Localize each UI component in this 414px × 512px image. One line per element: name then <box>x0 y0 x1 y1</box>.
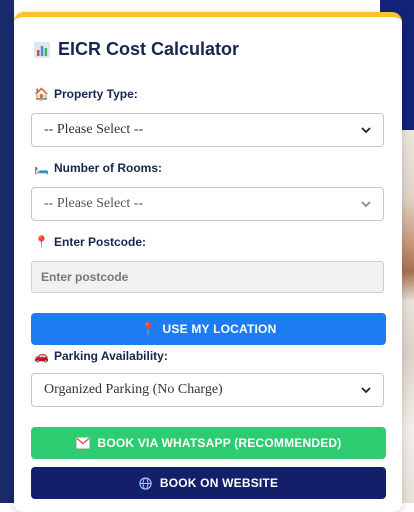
book-whatsapp-label: BOOK VIA WHATSAPP (RECOMMENDED) <box>97 436 342 450</box>
pin-icon: 📍 <box>140 322 156 336</box>
property-type-select[interactable]: -- Please Select -- <box>31 113 384 147</box>
book-website-button[interactable]: BOOK ON WEBSITE <box>31 467 386 499</box>
rooms-select[interactable]: -- Please Select -- <box>31 187 384 221</box>
rooms-label-text: Number of Rooms: <box>54 161 162 175</box>
parking-value: Organized Parking (No Charge) <box>44 382 223 397</box>
parking-select[interactable]: Organized Parking (No Charge) <box>31 373 384 407</box>
postcode-label: 📍 Enter Postcode: <box>34 235 146 249</box>
bed-icon: 🛏️ <box>34 161 49 175</box>
car-icon: 🚗 <box>34 349 49 363</box>
book-whatsapp-button[interactable]: BOOK VIA WHATSAPP (RECOMMENDED) <box>31 427 386 459</box>
chevron-down-icon <box>361 127 371 134</box>
property-type-label-text: Property Type: <box>54 87 138 101</box>
house-icon: 🏠 <box>34 87 49 101</box>
pin-icon: 📍 <box>34 235 49 249</box>
rooms-label: 🛏️ Number of Rooms: <box>34 161 162 175</box>
title-text: EICR Cost Calculator <box>58 39 240 59</box>
bar-chart-icon <box>34 41 50 58</box>
property-type-label: 🏠 Property Type: <box>34 87 138 101</box>
calculator-card: EICR Cost Calculator 🏠 Property Type: --… <box>14 12 402 512</box>
property-type-value: -- Please Select -- <box>44 122 144 137</box>
parking-label-text: Parking Availability: <box>54 349 168 363</box>
use-my-location-button[interactable]: 📍 USE MY LOCATION <box>31 313 386 345</box>
calculator-title: EICR Cost Calculator <box>34 39 239 60</box>
postcode-input[interactable]: Enter postcode <box>31 261 384 293</box>
chevron-down-icon <box>361 387 371 394</box>
parking-label: 🚗 Parking Availability: <box>34 349 168 363</box>
globe-icon <box>139 476 152 490</box>
chevron-down-icon <box>361 201 371 208</box>
book-website-label: BOOK ON WEBSITE <box>159 476 279 490</box>
postcode-label-text: Enter Postcode: <box>54 235 147 249</box>
page-background-left <box>0 0 14 503</box>
use-my-location-label: USE MY LOCATION <box>162 322 277 336</box>
postcode-placeholder: Enter postcode <box>41 270 129 284</box>
envelope-icon <box>75 437 90 449</box>
rooms-value: -- Please Select -- <box>44 196 144 211</box>
